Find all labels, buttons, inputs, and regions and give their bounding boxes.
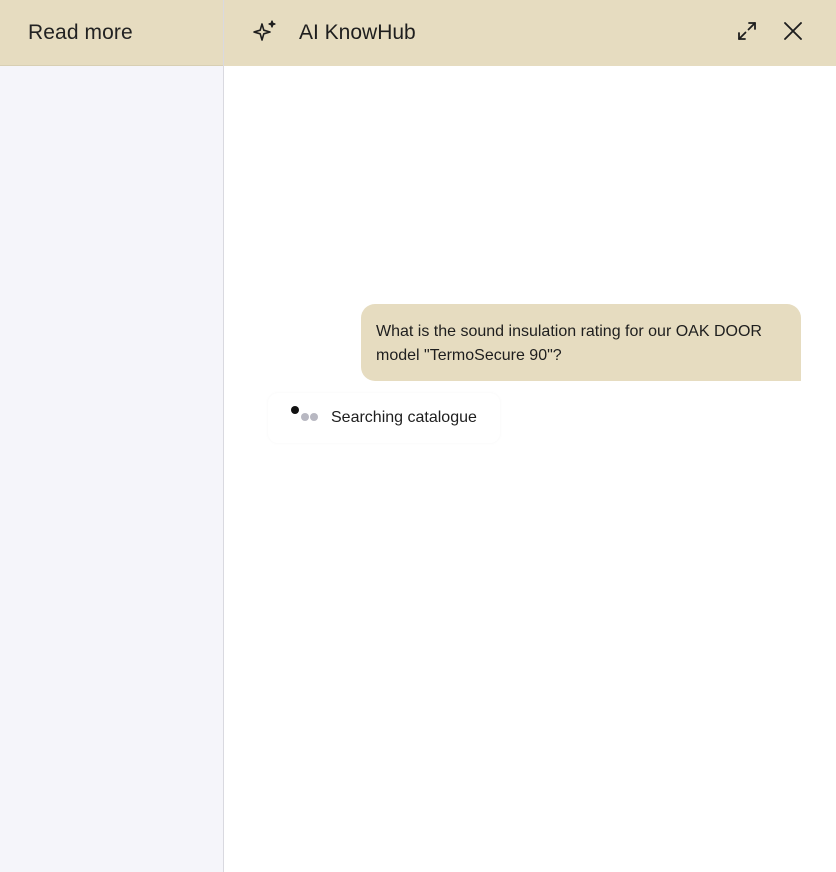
expand-icon [735,19,759,48]
status-text: Searching catalogue [331,409,477,426]
loading-dot [310,413,318,421]
close-button[interactable] [777,17,809,49]
loading-dots-icon [291,405,321,425]
user-message: What is the sound insulation rating for … [361,304,801,381]
app-window: Read more AI KnowHub What is the sound i… [0,0,836,872]
close-icon [781,19,805,48]
loading-dot [291,406,299,414]
sparkle-icon [250,18,280,48]
chat-panel: AI KnowHub What is the sound insulation … [224,0,836,872]
search-status: Searching catalogue [268,393,500,443]
read-more-header: Read more [0,0,223,66]
read-more-panel: Read more [0,0,224,872]
chat-header: AI KnowHub [224,0,836,66]
expand-button[interactable] [731,17,763,49]
chat-title: AI KnowHub [299,21,416,44]
loading-dot [301,413,309,421]
read-more-title: Read more [28,20,133,44]
